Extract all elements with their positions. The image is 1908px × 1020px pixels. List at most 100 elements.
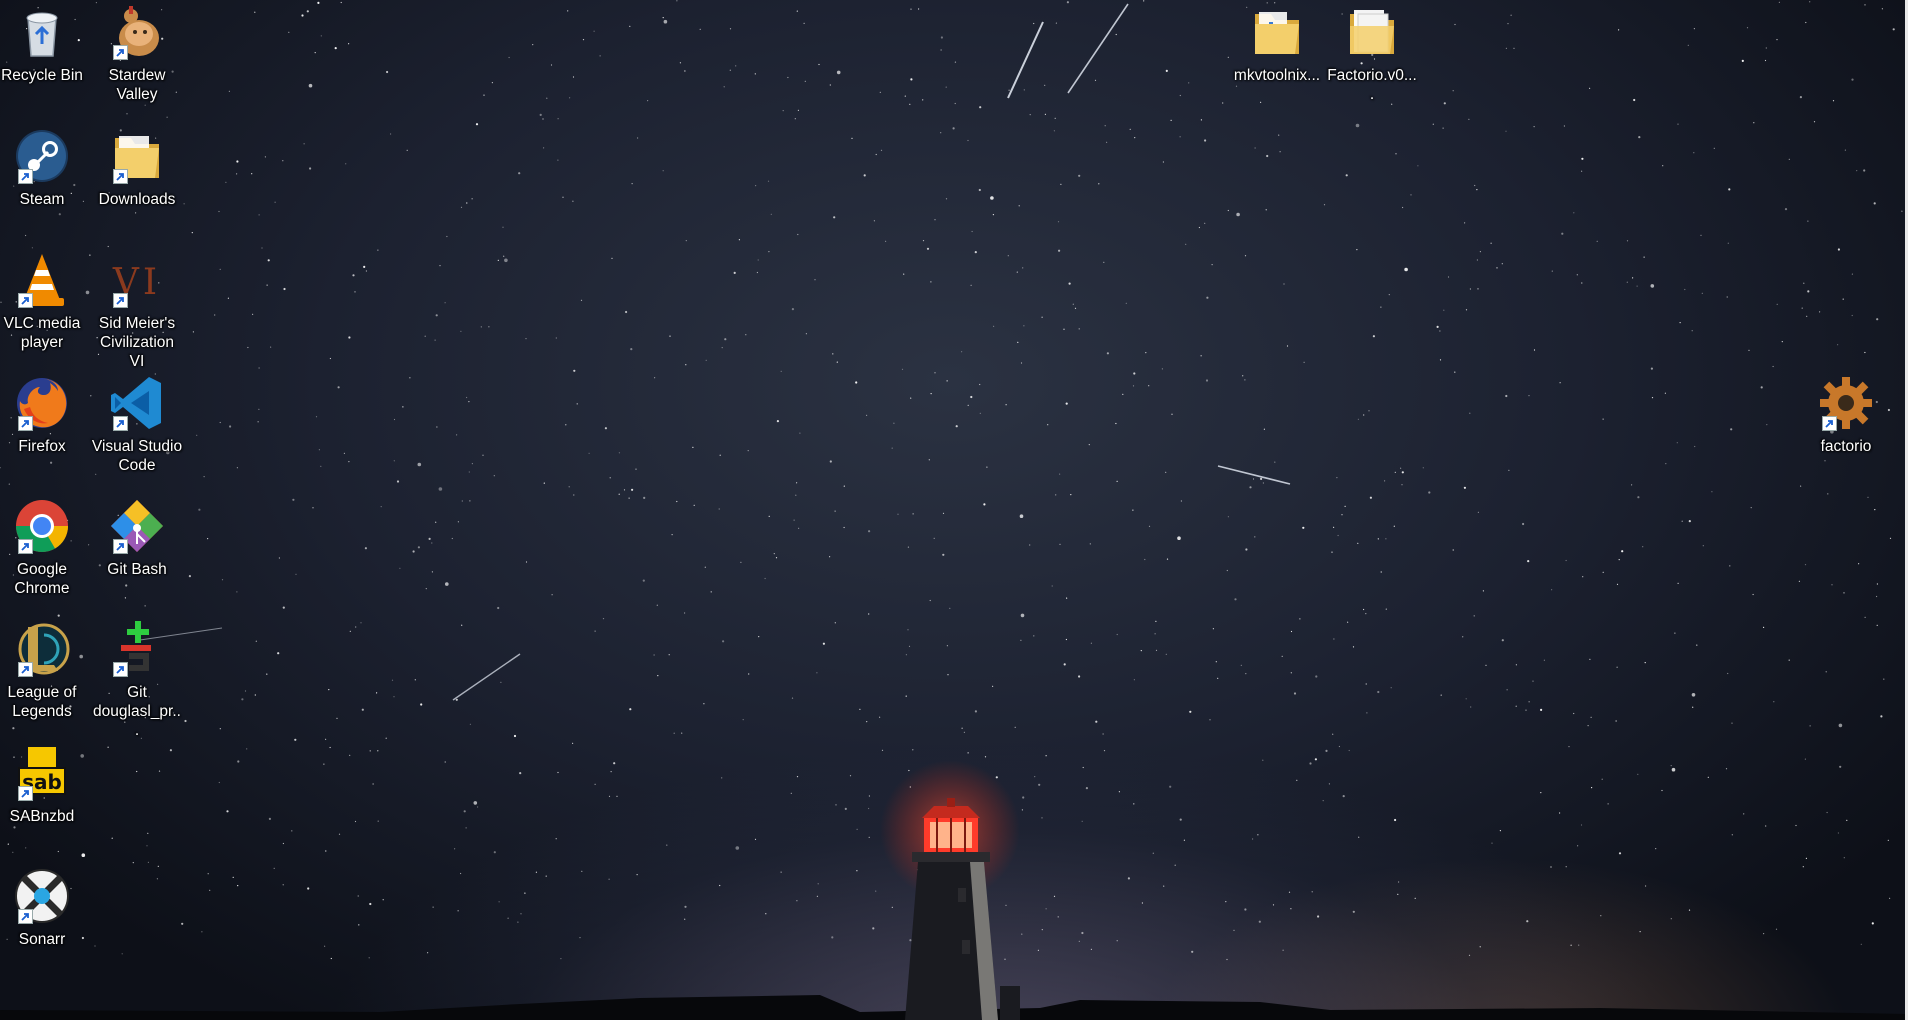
desktop-icon-vscode[interactable]: Visual Studio Code [91, 375, 183, 475]
desktop-icon-firefox[interactable]: Firefox [0, 375, 88, 456]
star [507, 917, 509, 919]
star [1781, 341, 1783, 343]
star [1499, 830, 1501, 832]
star [320, 465, 322, 467]
star [288, 31, 290, 33]
star [1089, 543, 1091, 545]
star [247, 346, 249, 349]
star [796, 10, 798, 12]
star [796, 776, 799, 778]
star [1795, 824, 1797, 827]
desktop-icon-chrome[interactable]: Google Chrome [0, 498, 88, 598]
star [1813, 121, 1816, 123]
star [912, 749, 914, 751]
star [901, 368, 904, 370]
star [1132, 509, 1134, 511]
star [929, 599, 931, 602]
desktop-icon-git-bash[interactable]: Git Bash [91, 498, 183, 579]
star [438, 487, 443, 491]
star [461, 624, 463, 626]
desktop-icon-mkvtoolnix-folder[interactable]: mkvtoolnix... [1231, 4, 1323, 85]
desktop-icon-git-repo[interactable]: Git douglasl_pr... [91, 621, 183, 740]
shortcut-arrow-icon [1822, 416, 1837, 431]
star [363, 265, 366, 268]
desktop-icon-steam[interactable]: Steam [0, 128, 88, 209]
desktop-icon-vlc[interactable]: VLC media player [0, 252, 88, 352]
desktop-icon-stardew-valley[interactable]: Stardew Valley [91, 4, 183, 104]
star [1764, 59, 1767, 62]
star [1805, 21, 1807, 24]
star [1664, 392, 1666, 394]
star [377, 750, 379, 752]
star [1748, 349, 1750, 351]
desktop-icon-factorio[interactable]: factorio [1800, 375, 1892, 456]
star [1505, 394, 1508, 398]
star [431, 571, 433, 573]
star [1365, 683, 1367, 685]
star [539, 113, 542, 116]
star [910, 397, 912, 399]
star [317, 1, 320, 4]
desktop-icon-downloads[interactable]: Downloads [91, 128, 183, 209]
star [8, 483, 10, 485]
star [428, 537, 431, 541]
star [681, 732, 683, 734]
star [1345, 174, 1348, 177]
star [1200, 355, 1202, 357]
star [1148, 385, 1150, 387]
star [1436, 325, 1439, 328]
star [767, 180, 770, 182]
star [124, 597, 126, 599]
star [793, 519, 795, 521]
star [1152, 852, 1154, 854]
star [1401, 484, 1403, 486]
star [990, 196, 994, 200]
star [1082, 766, 1084, 769]
desktop-icon-factorio-folder[interactable]: Factorio.v0.... [1326, 4, 1418, 104]
star [1033, 22, 1035, 25]
star [893, 422, 895, 424]
star [1333, 638, 1335, 640]
star [1057, 221, 1060, 223]
star [1696, 644, 1698, 646]
star [1355, 123, 1360, 128]
star [1871, 922, 1874, 925]
star [573, 369, 576, 372]
star [1788, 659, 1790, 661]
star [1333, 526, 1335, 528]
star [905, 654, 908, 656]
star [1807, 220, 1809, 222]
star [1750, 507, 1752, 509]
star [1226, 958, 1228, 961]
star [390, 133, 392, 135]
desktop-icon-civilization-vi[interactable]: VI Sid Meier's Civilization VI [91, 252, 183, 371]
star [436, 426, 438, 428]
star [1014, 726, 1016, 728]
star [337, 386, 340, 389]
desktop-icon-recycle-bin[interactable]: Recycle Bin [0, 4, 88, 85]
desktop-icon-label: Firefox [18, 438, 66, 455]
desktop-icon-league-of-legends[interactable]: League of Legends [0, 621, 88, 721]
star [693, 504, 695, 506]
star [1801, 307, 1803, 309]
star [1691, 693, 1696, 697]
star [910, 78, 913, 81]
star [1388, 294, 1390, 296]
star [787, 76, 789, 79]
star [1254, 147, 1256, 149]
star [457, 910, 459, 912]
star [111, 837, 113, 839]
star [219, 268, 221, 270]
star [1116, 480, 1118, 482]
star [1470, 706, 1472, 708]
star [1501, 639, 1504, 642]
star [834, 510, 836, 512]
star [169, 749, 172, 752]
shortcut-arrow-icon [113, 662, 128, 677]
star [1045, 908, 1047, 910]
desktop-icon-sabnzbd[interactable]: sab SABnzbd [0, 745, 88, 826]
star [967, 404, 969, 406]
desktop-icon-sonarr[interactable]: Sonarr [0, 868, 88, 949]
star [500, 681, 502, 684]
star [349, 630, 351, 632]
